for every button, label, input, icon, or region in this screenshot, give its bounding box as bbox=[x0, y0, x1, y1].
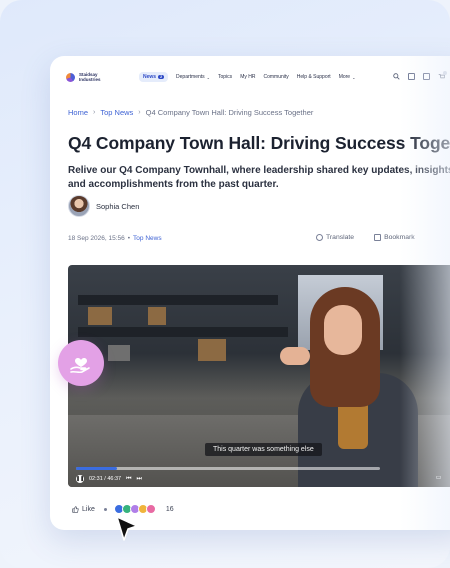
nav-item-label: Community bbox=[263, 74, 289, 80]
shelf-box bbox=[148, 307, 166, 325]
heart-hand-icon bbox=[70, 358, 90, 374]
author-name: Sophia Chen bbox=[96, 201, 140, 211]
reaction-emojis[interactable] bbox=[113, 504, 156, 514]
nav-item-label: News bbox=[143, 74, 157, 80]
nav-item-label: Topics bbox=[218, 74, 233, 80]
nav-item-more[interactable]: More ⌄ bbox=[339, 74, 356, 80]
globe-icon bbox=[316, 234, 323, 241]
meta-separator: • bbox=[127, 235, 131, 242]
breadcrumb-current: Q4 Company Town Hall: Driving Success To… bbox=[145, 108, 314, 117]
logo-text: Staidsay Industries bbox=[79, 72, 101, 82]
bookmark-label: Bookmark bbox=[384, 234, 415, 241]
reaction-emoji-icon bbox=[145, 504, 156, 514]
search-icon[interactable] bbox=[393, 72, 400, 82]
nav-item-label: Help & Support bbox=[296, 74, 331, 80]
like-label: Like bbox=[82, 505, 95, 513]
reactions-bar: Like 16 bbox=[72, 504, 174, 514]
thumbs-up-icon bbox=[72, 505, 79, 513]
publish-date: 18 Sep 2026, 15:56 bbox=[68, 235, 125, 242]
nav-item-community[interactable]: Community bbox=[263, 74, 288, 80]
breadcrumb-section[interactable]: Top News bbox=[100, 108, 133, 117]
nav-item-news[interactable]: News 2 bbox=[139, 72, 169, 82]
nav-item-my-hr[interactable]: My HR bbox=[240, 74, 255, 80]
reaction-count: 16 bbox=[165, 505, 174, 513]
shelf-box bbox=[108, 345, 130, 361]
avatar bbox=[68, 195, 90, 217]
apps-icon[interactable] bbox=[423, 72, 430, 80]
category-link[interactable]: Top News bbox=[133, 235, 162, 242]
breadcrumb-separator: › bbox=[138, 109, 141, 116]
separator-dot bbox=[103, 507, 107, 511]
breadcrumb-separator: › bbox=[93, 109, 96, 116]
video-progress-fill bbox=[76, 467, 118, 470]
skip-back-icon[interactable]: ⏮ bbox=[126, 476, 131, 483]
speaker bbox=[280, 287, 418, 487]
nav-items: News 2 Departments ⌄ Topics My HR Commun… bbox=[139, 72, 355, 82]
nav-item-help[interactable]: Help & Support bbox=[297, 74, 331, 80]
nav-item-topics[interactable]: Topics bbox=[218, 74, 232, 80]
video-player[interactable]: This quarter was something else ❚❚ 02:31… bbox=[68, 265, 450, 487]
article-meta: 18 Sep 2026, 15:56 • Top News bbox=[68, 235, 162, 242]
heart-hand-button[interactable] bbox=[58, 340, 104, 386]
top-nav: Staidsay Industries News 2 Departments ⌄… bbox=[60, 66, 450, 88]
breadcrumb: Home › Top News › Q4 Company Town Hall: … bbox=[68, 108, 313, 117]
page-title: Q4 Company Town Hall: Driving Success To… bbox=[68, 133, 450, 153]
chevron-down-icon: ⌄ bbox=[352, 74, 356, 80]
speaker-hand bbox=[280, 347, 310, 365]
logo[interactable]: Staidsay Industries bbox=[66, 72, 107, 82]
shelf bbox=[78, 327, 288, 337]
video-control-row: ❚❚ 02:31 / 46:37 ⏮ ⏭ bbox=[76, 475, 142, 483]
shelf-box bbox=[198, 339, 226, 361]
author[interactable]: Sophia Chen bbox=[68, 195, 139, 217]
video-control-right: ▭ ◀) bbox=[436, 474, 450, 481]
video-controls: ❚❚ 02:31 / 46:37 ⏮ ⏭ ▭ ◀) bbox=[68, 463, 450, 487]
shelf bbox=[78, 295, 278, 305]
shelf-box bbox=[88, 307, 112, 325]
nav-item-label: Departments bbox=[176, 74, 205, 80]
bookmark-icon bbox=[374, 234, 382, 241]
article-card: Staidsay Industries News 2 Departments ⌄… bbox=[50, 56, 450, 530]
chevron-down-icon: ⌄ bbox=[206, 74, 210, 80]
logo-icon bbox=[66, 72, 75, 82]
video-subtitle: This quarter was something else bbox=[205, 443, 322, 456]
nav-item-departments[interactable]: Departments ⌄ bbox=[176, 74, 210, 80]
nav-icons bbox=[393, 70, 450, 82]
article-actions: Translate Bookmark bbox=[316, 234, 415, 241]
video-time: 02:31 / 46:37 bbox=[89, 476, 122, 482]
mouse-cursor-icon bbox=[116, 516, 138, 541]
bookmark-button[interactable]: Bookmark bbox=[374, 234, 415, 241]
pause-icon[interactable]: ❚❚ bbox=[76, 475, 84, 483]
translate-label: Translate bbox=[326, 234, 355, 241]
grid-icon[interactable] bbox=[408, 72, 415, 80]
speaker-face bbox=[324, 305, 362, 355]
translate-button[interactable]: Translate bbox=[316, 234, 354, 241]
article-lead: Relive our Q4 Company Townhall, where le… bbox=[68, 165, 450, 190]
captions-icon[interactable]: ▭ bbox=[436, 474, 442, 481]
like-button[interactable]: Like bbox=[72, 506, 95, 513]
cart-icon[interactable] bbox=[438, 70, 447, 80]
video-progress-bar[interactable] bbox=[76, 467, 380, 470]
nav-item-label: More bbox=[338, 74, 351, 80]
breadcrumb-home[interactable]: Home bbox=[68, 108, 88, 117]
nav-item-label: My HR bbox=[240, 74, 256, 80]
notification-badge: 2 bbox=[158, 75, 165, 79]
skip-forward-icon[interactable]: ⏭ bbox=[137, 476, 142, 483]
